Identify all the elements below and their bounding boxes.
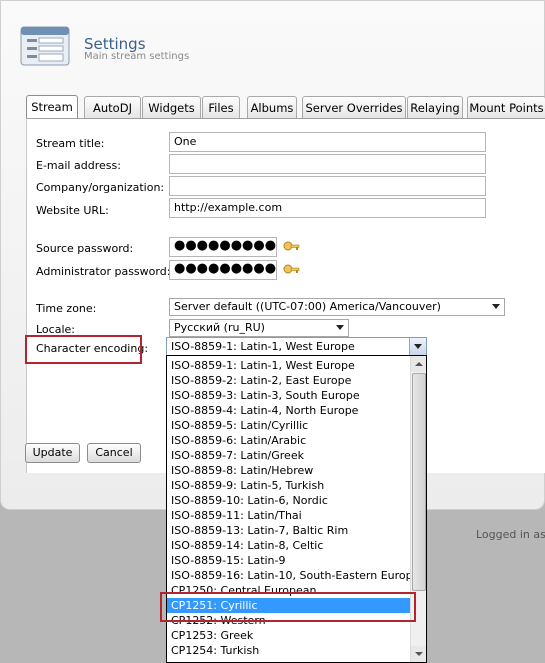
encoding-option[interactable]: ISO-8859-7: Latin/Greek	[167, 448, 410, 463]
company-input[interactable]	[169, 176, 486, 196]
encoding-option[interactable]: ISO-8859-11: Latin/Thai	[167, 508, 410, 523]
key-icon[interactable]	[282, 240, 300, 254]
time-zone-label: Time zone:	[36, 302, 97, 315]
encoding-label-highlight	[25, 335, 142, 364]
encoding-option[interactable]: ISO-8859-2: Latin-2, East Europe	[167, 373, 410, 388]
encoding-option[interactable]: CP1254: Turkish	[167, 643, 410, 658]
encoding-option[interactable]: ISO-8859-13: Latin-7, Baltic Rim	[167, 523, 410, 538]
encoding-option[interactable]: ISO-8859-15: Latin-9	[167, 553, 410, 568]
encoding-option[interactable]: ISO-8859-5: Latin/Cyrillic	[167, 418, 410, 433]
encoding-option[interactable]: ISO-8859-9: Latin-5, Turkish	[167, 478, 410, 493]
encoding-option[interactable]: ISO-8859-4: Latin-4, North Europe	[167, 403, 410, 418]
encoding-option[interactable]: ISO-8859-1: Latin-1, West Europe	[167, 358, 410, 373]
source-password-label: Source password:	[36, 242, 134, 255]
website-input[interactable]: http://example.com	[169, 198, 486, 218]
cancel-button[interactable]: Cancel	[87, 443, 141, 463]
scroll-down-icon[interactable]	[411, 646, 426, 662]
chevron-down-icon	[336, 325, 344, 330]
email-input[interactable]	[169, 154, 486, 174]
tab-autodj[interactable]: AutoDJ	[84, 96, 141, 119]
key-icon[interactable]	[282, 263, 300, 277]
admin-password-label: Administrator password:	[36, 265, 171, 278]
stream-title-input[interactable]: One	[169, 132, 486, 152]
stream-title-label: Stream title:	[36, 137, 105, 150]
encoding-option[interactable]: ISO-8859-6: Latin/Arabic	[167, 433, 410, 448]
scroll-up-icon[interactable]	[411, 356, 426, 372]
admin-password-input[interactable]: ●●●●●●●●●●	[169, 260, 277, 280]
settings-form-icon	[20, 26, 70, 66]
chevron-down-icon	[492, 304, 500, 309]
tab-stream[interactable]: Stream	[26, 95, 78, 120]
tab-relaying[interactable]: Relaying	[407, 96, 463, 119]
encoding-option[interactable]: CP1253: Greek	[167, 628, 410, 643]
logged-in-status: Logged in as: .	[476, 528, 545, 541]
time-zone-value: Server default ((UTC-07:00) America/Vanc…	[174, 300, 441, 313]
chevron-down-icon[interactable]	[409, 338, 426, 355]
time-zone-select[interactable]: Server default ((UTC-07:00) America/Vanc…	[169, 298, 505, 316]
email-label: E-mail address:	[36, 159, 121, 172]
tab-files[interactable]: Files	[202, 96, 240, 119]
tab-server-overrides[interactable]: Server Overrides	[302, 96, 406, 119]
encoding-option[interactable]: ISO-8859-10: Latin-6, Nordic	[167, 493, 410, 508]
encoding-option[interactable]: ISO-8859-16: Latin-10, South-Eastern Eur…	[167, 568, 410, 583]
website-label: Website URL:	[36, 204, 109, 217]
encoding-option[interactable]: ISO-8859-8: Latin/Hebrew	[167, 463, 410, 478]
tab-albums[interactable]: Albums	[247, 96, 297, 119]
tab-mount-points[interactable]: Mount Points	[467, 96, 545, 119]
update-button[interactable]: Update	[25, 443, 80, 463]
source-password-input[interactable]: ●●●●●●●●●●●●	[169, 237, 277, 257]
scroll-thumb[interactable]	[412, 373, 426, 591]
encoding-option[interactable]: ISO-8859-3: Latin-3, South Europe	[167, 388, 410, 403]
character-encoding-select[interactable]: ISO-8859-1: Latin-1, West Europe	[166, 337, 427, 356]
option-highlight	[160, 592, 416, 622]
page-subtitle: Main stream settings	[84, 51, 190, 62]
encoding-option[interactable]: ISO-8859-14: Latin-8, Celtic	[167, 538, 410, 553]
company-label: Company/organization:	[36, 181, 165, 194]
tab-widgets[interactable]: Widgets	[142, 96, 201, 119]
locale-value: Русский (ru_RU)	[174, 321, 265, 334]
locale-select[interactable]: Русский (ru_RU)	[169, 319, 349, 337]
